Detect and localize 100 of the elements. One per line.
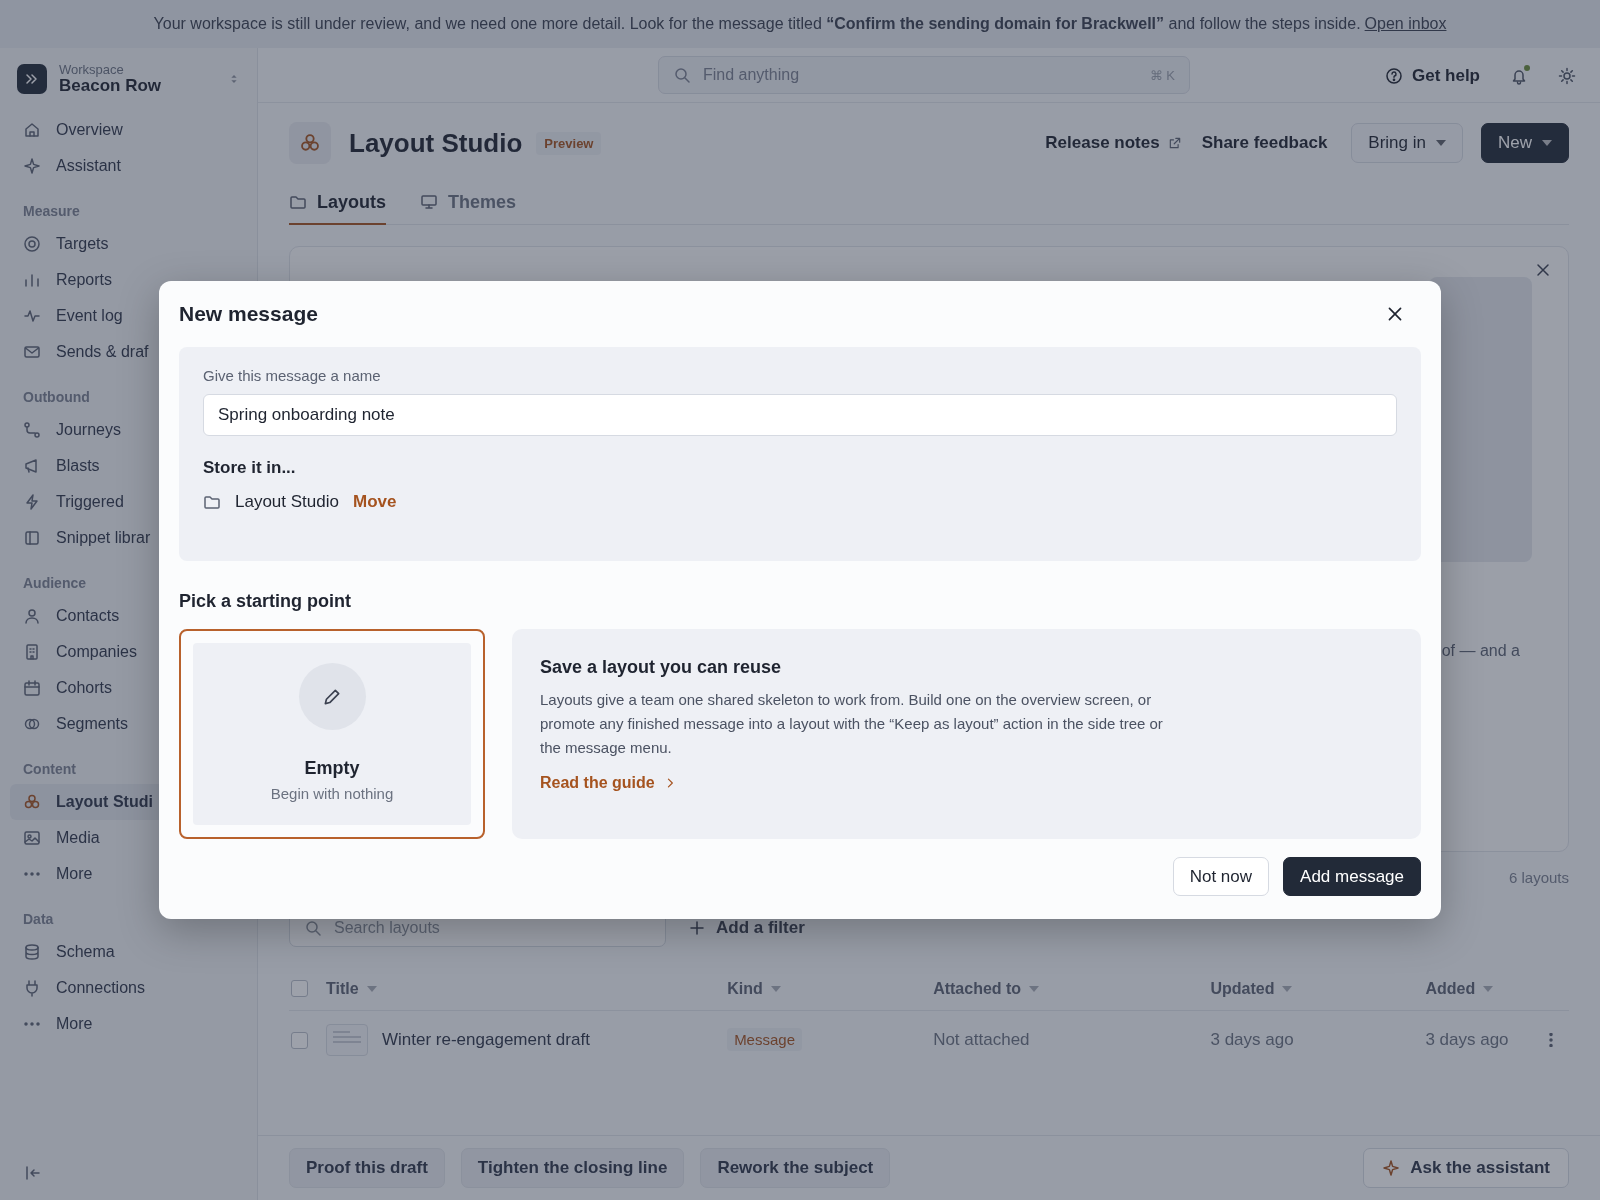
page-title: Layout Studio <box>349 127 523 159</box>
notifications-button[interactable] <box>1510 66 1528 85</box>
lightning-icon <box>23 493 41 511</box>
bring-in-button[interactable]: Bring in <box>1351 123 1463 163</box>
info-text: Layouts give a team one shared skeleton to work from. Build one on the overview screen, or promote any finished message into a layout with the “Keep as layout” action in the side tree or the message menu. <box>540 690 1164 758</box>
more-icon <box>23 1022 41 1026</box>
kind-tag: Message <box>727 1028 802 1051</box>
share-feedback-link[interactable]: Share feedback <box>1201 133 1328 153</box>
sidebar-item[interactable]: Reports <box>10 262 247 298</box>
caret-icon <box>1542 140 1552 146</box>
section-heading: Outbound <box>23 389 90 405</box>
sidebar-item[interactable]: Overview <box>10 112 247 148</box>
suggestion-chip[interactable]: Rework the subject <box>700 1148 891 1188</box>
checkbox[interactable] <box>291 980 308 997</box>
panel-icon <box>23 529 41 547</box>
preview-badge: Preview <box>536 131 602 155</box>
column-header[interactable]: Added <box>1425 979 1550 998</box>
add-filter-button[interactable]: Add a filter <box>688 917 805 938</box>
name-input[interactable]: Spring onboarding note <box>203 394 1397 436</box>
target-icon <box>23 235 41 253</box>
notice-text: Your workspace is still under review, and we need one more detail. Look for the message titled “Confirm the sending domain for Brackwell” and follow the steps inside. <box>153 15 1361 33</box>
sidebar-item[interactable]: Assistant <box>10 148 247 184</box>
caret-icon <box>1436 140 1446 146</box>
route-icon <box>23 421 41 439</box>
ask-assistant-button[interactable]: Ask the assistant <box>1363 1148 1569 1188</box>
release-notes-link[interactable]: Release notes <box>1045 133 1182 153</box>
suggestion-chip[interactable]: Proof this draft <box>289 1148 445 1188</box>
database-icon <box>23 943 41 961</box>
person-icon <box>23 607 41 625</box>
sparkle-icon <box>23 157 41 175</box>
three-circles-icon <box>23 793 41 811</box>
three-circles-icon <box>299 132 321 154</box>
column-header[interactable]: Updated <box>1210 979 1426 998</box>
document-thumbnail <box>326 1024 368 1056</box>
sidebar-item[interactable]: Sends & draf <box>10 334 247 370</box>
sidebar-item[interactable]: More <box>10 856 247 892</box>
more-vertical-icon <box>1549 1033 1554 1047</box>
search-placeholder: Search layouts <box>334 918 440 937</box>
more-icon <box>23 872 41 876</box>
add-message-button[interactable]: Add message <box>1283 857 1421 896</box>
table-cell-text: Not attached <box>933 1030 1031 1050</box>
search-icon <box>673 66 691 84</box>
sidebar-item[interactable]: More <box>10 1006 247 1042</box>
new-button[interactable]: New <box>1481 123 1569 163</box>
section-heading: Measure <box>23 203 80 219</box>
section-label: Pick a starting point <box>179 591 353 612</box>
search-icon <box>304 918 322 937</box>
sidebar-item[interactable]: Connections <box>10 970 247 1006</box>
column-header[interactable]: Attached to <box>933 979 1211 998</box>
workspace-logo[interactable] <box>17 64 47 94</box>
table-cell-text: 3 days ago <box>1425 1030 1510 1050</box>
plus-icon <box>688 918 706 937</box>
intro-text: of — and a <box>1441 642 1520 660</box>
search-placeholder: Find anything <box>703 66 800 84</box>
section-heading: Data <box>23 911 54 927</box>
checkbox[interactable] <box>291 1031 308 1049</box>
home-icon <box>23 121 41 139</box>
folder-icon <box>203 493 221 511</box>
close-icon <box>1534 261 1552 279</box>
envelope-icon <box>23 343 41 361</box>
workspace-label: Workspace <box>59 63 125 77</box>
column-header[interactable]: Title <box>326 979 728 998</box>
option-title: Empty <box>304 758 360 779</box>
plug-icon <box>23 979 41 997</box>
bar-chart-icon <box>23 271 41 289</box>
image-icon <box>23 829 41 847</box>
open-inbox-link[interactable]: Open inbox <box>1364 15 1447 33</box>
option-subtitle: Begin with nothing <box>270 785 394 802</box>
workspace-name[interactable]: Beacon Row <box>59 76 216 95</box>
sidebar-item[interactable]: Targets <box>10 226 247 262</box>
tab[interactable]: Themes <box>420 181 517 225</box>
sidebar-item[interactable]: Snippet librar <box>10 520 247 556</box>
folder-icon <box>289 193 307 211</box>
help-icon <box>1385 66 1403 85</box>
sun-icon <box>1558 66 1576 85</box>
external-link-icon <box>1167 136 1182 150</box>
move-link[interactable]: Move <box>352 492 397 512</box>
folder-name: Layout Studio <box>235 492 339 512</box>
sparkle-icon <box>1382 1159 1401 1177</box>
column-header[interactable]: Kind <box>727 979 934 998</box>
tab[interactable]: Layouts <box>289 181 386 225</box>
table-cell-text: 3 days ago <box>1210 1030 1295 1050</box>
theme-toggle[interactable] <box>1558 66 1576 85</box>
suggestion-chip[interactable]: Tighten the closing line <box>460 1148 685 1188</box>
field-label: Give this message a name <box>203 367 382 384</box>
building-icon <box>23 643 41 661</box>
get-help-button[interactable]: Get help <box>1385 65 1480 86</box>
starting-point-option[interactable]: Empty Begin with nothing <box>179 629 485 839</box>
layout-count: 6 layouts <box>1508 868 1569 886</box>
table-cell: Winter re-engagement draft <box>382 1030 590 1050</box>
not-now-button[interactable]: Not now <box>1172 857 1270 896</box>
read-guide-link[interactable]: Read the guide <box>540 774 677 792</box>
pulse-icon <box>23 307 41 325</box>
dialog-title: New message <box>179 302 318 326</box>
section-heading: Audience <box>23 575 86 591</box>
section-heading: Content <box>23 761 76 777</box>
sidebar-item[interactable]: Schema <box>10 934 247 970</box>
section-label: Store it in... <box>203 458 297 478</box>
collapse-sidebar-icon <box>24 1164 42 1182</box>
info-title: Save a layout you can reuse <box>540 657 783 678</box>
